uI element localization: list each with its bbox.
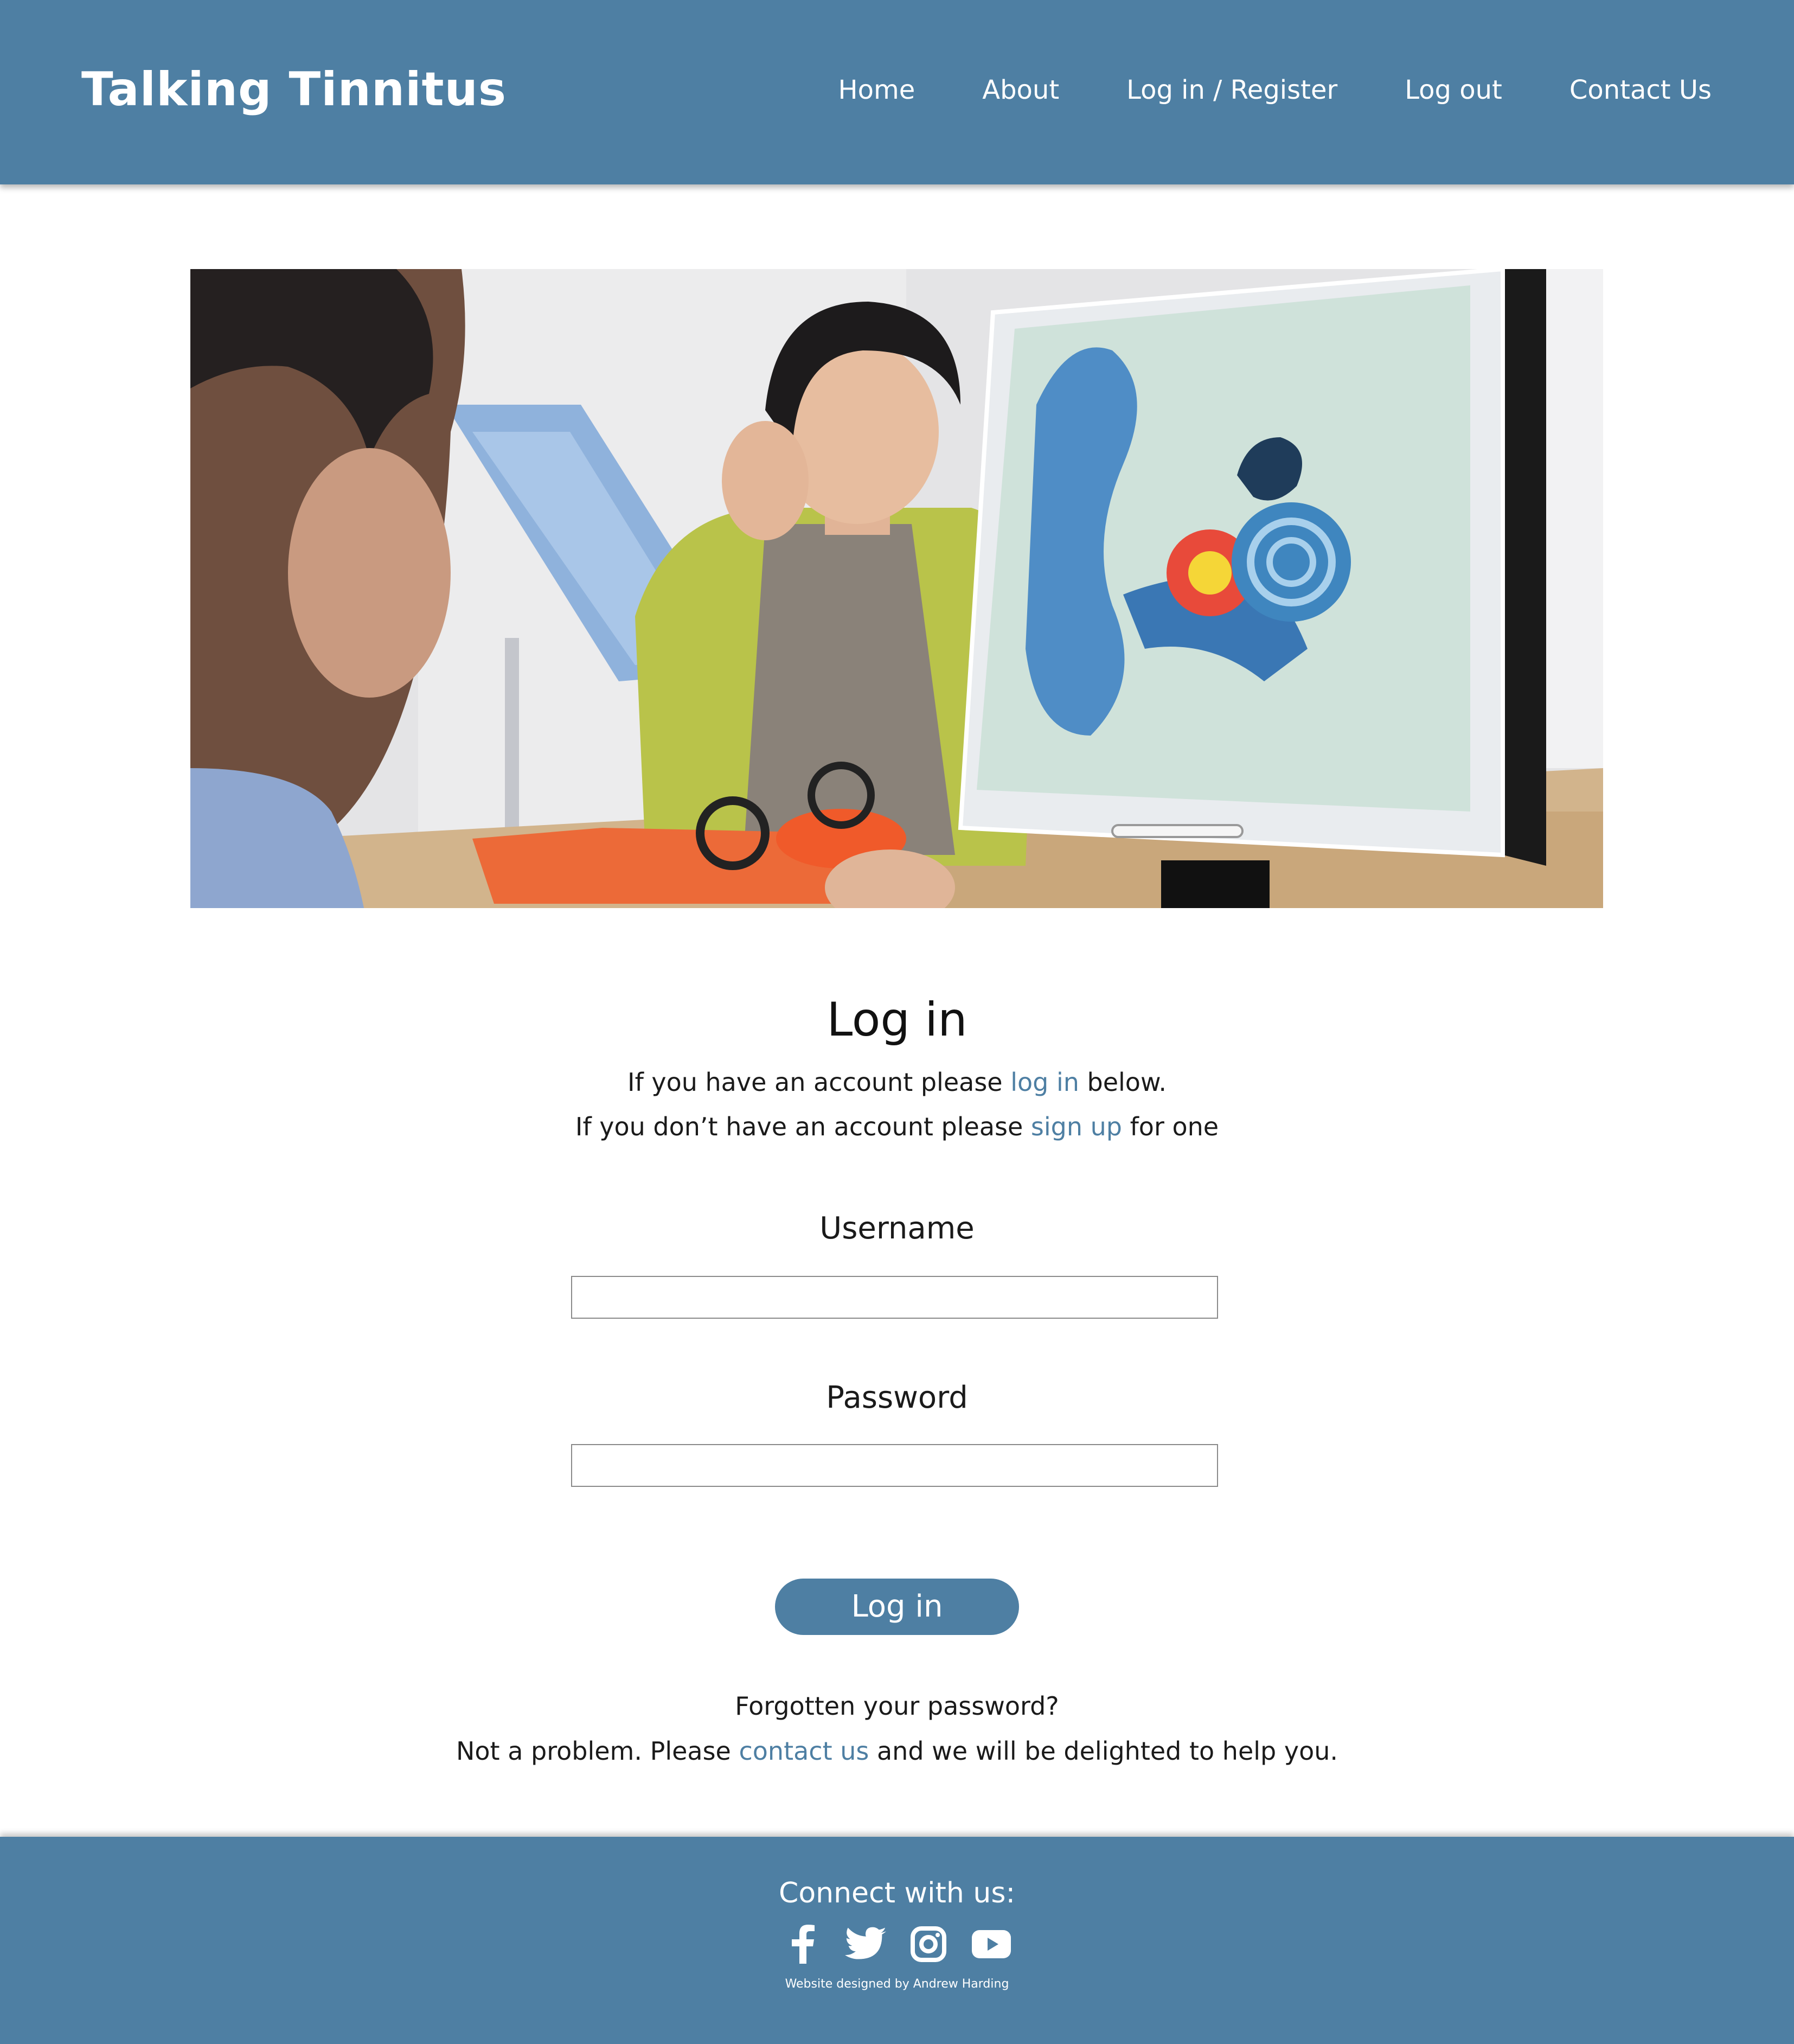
login-title: Log in — [826, 993, 968, 1047]
nav-login-register[interactable]: Log in / Register — [1126, 69, 1337, 111]
login-button[interactable]: Log in — [775, 1579, 1019, 1635]
login-intro-line-1: If you have an account please log in bel… — [0, 1061, 1794, 1104]
intro-text: for one — [1122, 1112, 1219, 1141]
intro-text: below. — [1079, 1068, 1167, 1097]
forgot-password-text: Forgotten your password? — [735, 1691, 1059, 1721]
nav-contact[interactable]: Contact Us — [1569, 69, 1712, 111]
help-text-before: Not a problem. Please — [456, 1736, 739, 1766]
username-label: Username — [819, 1211, 975, 1246]
facebook-icon[interactable] — [782, 1924, 823, 1965]
nav-home[interactable]: Home — [838, 69, 915, 111]
connect-heading: Connect with us: — [779, 1877, 1015, 1909]
site-logo[interactable]: Talking Tinnitus — [81, 54, 507, 125]
help-text: Not a problem. Please contact us and we … — [0, 1729, 1794, 1773]
designer-credit: Website designed by Andrew Harding — [785, 1977, 1009, 1991]
password-input[interactable] — [571, 1444, 1218, 1487]
social-links — [0, 1924, 1794, 1965]
login-link[interactable]: log in — [1010, 1068, 1079, 1097]
contact-us-link[interactable]: contact us — [739, 1736, 869, 1766]
instagram-icon[interactable] — [908, 1924, 949, 1965]
login-intro-line-2: If you don’t have an account please sign… — [0, 1105, 1794, 1148]
intro-text: If you don’t have an account please — [575, 1112, 1031, 1141]
password-label: Password — [826, 1380, 968, 1415]
site-footer: Connect with us: Website designed by And… — [0, 1837, 1794, 2044]
nav-about[interactable]: About — [982, 69, 1059, 111]
hero-image — [190, 269, 1603, 908]
sign-up-link[interactable]: sign up — [1031, 1112, 1122, 1141]
help-text-after: and we will be delighted to help you. — [869, 1736, 1338, 1766]
nav-logout[interactable]: Log out — [1405, 69, 1502, 111]
intro-text: If you have an account please — [627, 1068, 1011, 1097]
twitter-icon[interactable] — [845, 1924, 886, 1965]
username-input[interactable] — [571, 1276, 1218, 1319]
main-nav: Home About Log in / Register Log out Con… — [838, 69, 1712, 111]
site-header: Talking Tinnitus Home About Log in / Reg… — [0, 0, 1794, 184]
youtube-icon[interactable] — [971, 1924, 1012, 1965]
